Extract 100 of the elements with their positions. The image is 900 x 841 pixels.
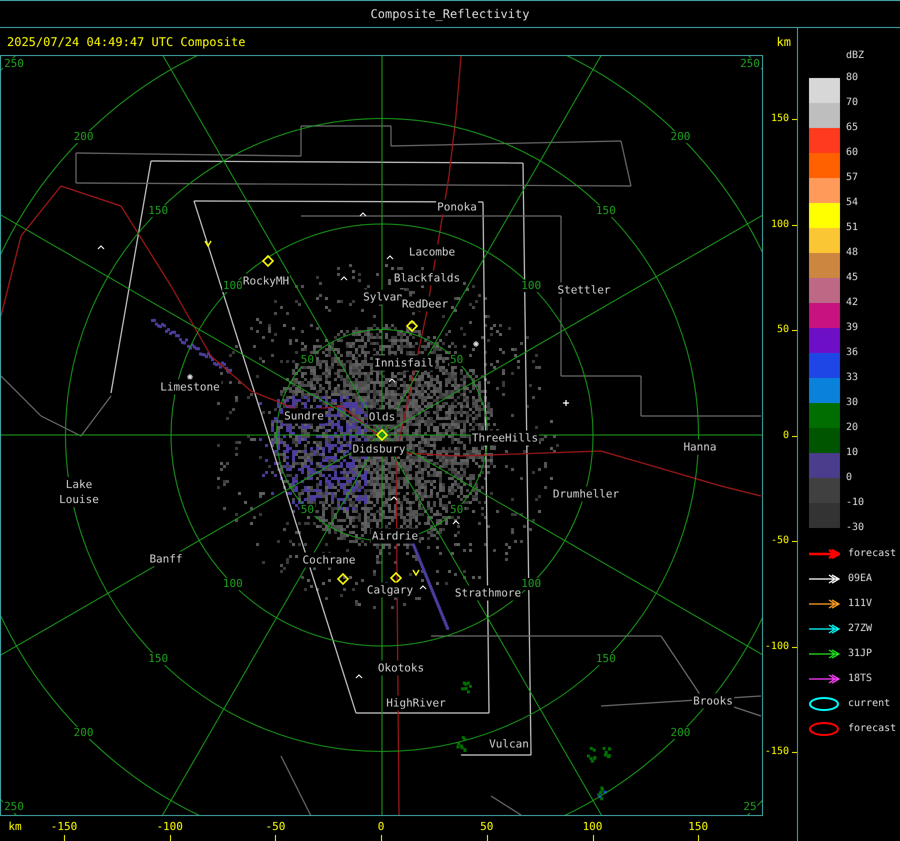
range-label: 25 xyxy=(742,801,758,813)
axis-tick-label: 0 xyxy=(378,821,384,833)
caret-icon xyxy=(390,496,398,500)
scale-label: 60 xyxy=(846,147,858,159)
caret-icon xyxy=(356,674,362,678)
v-mark-icon xyxy=(412,570,420,576)
place-label: RockyMH xyxy=(242,274,290,288)
place-label: Hanna xyxy=(682,440,718,454)
legend-unit-label: dBZ xyxy=(846,49,864,63)
range-label: 100 xyxy=(520,578,542,590)
axis-tick-label: -50 xyxy=(770,535,789,547)
place-label: RedDeer xyxy=(400,296,450,312)
tick-mark xyxy=(792,752,797,753)
caret-icon xyxy=(360,212,366,216)
range-label: 200 xyxy=(72,727,95,740)
axis-tick-label: -100 xyxy=(156,821,183,833)
legend-label: 09EA xyxy=(848,572,872,586)
range-label: 50 xyxy=(448,504,464,516)
v-mark-icon xyxy=(204,240,212,248)
scale-label: 80 xyxy=(846,72,858,84)
place-label: Cochrane xyxy=(302,552,356,568)
scale-label: -30 xyxy=(846,522,864,534)
scale-label: 70 xyxy=(846,97,858,109)
range-label: 150 xyxy=(147,205,170,218)
tick-mark xyxy=(64,835,65,841)
place-label: Strathmore xyxy=(454,586,522,600)
plus-icon xyxy=(562,399,570,407)
axis-unit-label: km xyxy=(8,821,22,833)
scale-label: 57 xyxy=(846,172,858,184)
timestamp-label: 2025/07/24 04:49:47 UTC Composite xyxy=(7,34,246,50)
place-label: Limestone xyxy=(159,380,221,394)
asterisk-icon xyxy=(186,374,194,380)
scale-label: 33 xyxy=(846,372,858,384)
scale-label: 36 xyxy=(846,347,858,359)
place-label: Banff xyxy=(148,552,184,566)
range-label: 50 xyxy=(300,354,316,366)
legend-label: 18TS xyxy=(848,672,872,686)
tick-mark xyxy=(792,541,797,542)
place-label: Calgary xyxy=(366,582,414,598)
axis-tick-label: 150 xyxy=(688,821,708,833)
place-label: HighRiver xyxy=(385,696,447,710)
place-label: Brooks xyxy=(692,694,734,708)
place-label: Blackfalds xyxy=(392,270,462,286)
tick-mark xyxy=(792,119,797,120)
place-label: Drumheller xyxy=(552,486,620,502)
range-label: 200 xyxy=(669,727,692,740)
legend-label: forecast xyxy=(848,722,896,736)
legend-label: 111V xyxy=(848,597,872,611)
tick-mark xyxy=(792,224,797,226)
range-label: 50 xyxy=(448,354,464,366)
place-label: Stettler xyxy=(556,282,612,298)
scale-label: 48 xyxy=(846,247,858,259)
tick-mark xyxy=(381,835,382,841)
caret-icon xyxy=(386,255,394,260)
place-label: Ponoka xyxy=(436,200,478,214)
tick-mark xyxy=(170,835,171,841)
diamond-icon xyxy=(376,428,388,442)
axis-tick-label: 100 xyxy=(582,821,602,833)
scale-label: 0 xyxy=(846,472,852,484)
caret-icon xyxy=(340,276,348,280)
range-label: 100 xyxy=(520,280,542,292)
tick-mark xyxy=(592,835,594,841)
scale-label: -10 xyxy=(846,497,864,509)
caret-icon xyxy=(98,245,104,250)
diamond-icon xyxy=(390,572,402,584)
axis-tick-label: 0 xyxy=(782,430,789,442)
range-label: 150 xyxy=(594,205,617,218)
axis-tick-label: -150 xyxy=(764,746,789,758)
range-label: 150 xyxy=(147,652,170,665)
axis-tick-label: -50 xyxy=(265,821,286,833)
range-label: 250 xyxy=(3,801,25,813)
axis-tick-label: 50 xyxy=(480,821,494,833)
scale-label: 42 xyxy=(846,297,858,309)
window-title: Composite_Reflectivity xyxy=(0,0,900,28)
caret-icon xyxy=(452,520,460,524)
range-label: 200 xyxy=(72,130,95,143)
place-label: Lacombe xyxy=(408,244,456,260)
legend-label: 31JP xyxy=(848,647,872,661)
legend-label: forecast xyxy=(848,547,896,561)
asterisk-icon xyxy=(472,340,480,348)
axis-tick-label: 50 xyxy=(776,324,789,336)
legend-label: current xyxy=(848,697,890,711)
axis-tick-label: -150 xyxy=(50,821,78,833)
caret-icon xyxy=(420,585,426,590)
range-label: 200 xyxy=(669,130,692,143)
scale-label: 30 xyxy=(846,397,858,409)
place-label: ThreeHills xyxy=(470,430,540,446)
place-label: Didsbury xyxy=(352,442,406,456)
scale-label: 54 xyxy=(846,197,858,209)
unit-label: km xyxy=(776,34,791,50)
scale-label: 51 xyxy=(846,222,858,234)
tick-mark xyxy=(486,835,488,841)
scale-label: 65 xyxy=(846,122,858,134)
axis-tick-label: 150 xyxy=(770,113,789,125)
place-label: Innisfail xyxy=(373,356,435,370)
tick-mark xyxy=(792,646,797,648)
scale-label: 20 xyxy=(846,422,858,434)
place-label: Okotoks xyxy=(376,660,426,676)
caret-icon xyxy=(388,378,396,382)
range-label: 100 xyxy=(222,280,244,292)
